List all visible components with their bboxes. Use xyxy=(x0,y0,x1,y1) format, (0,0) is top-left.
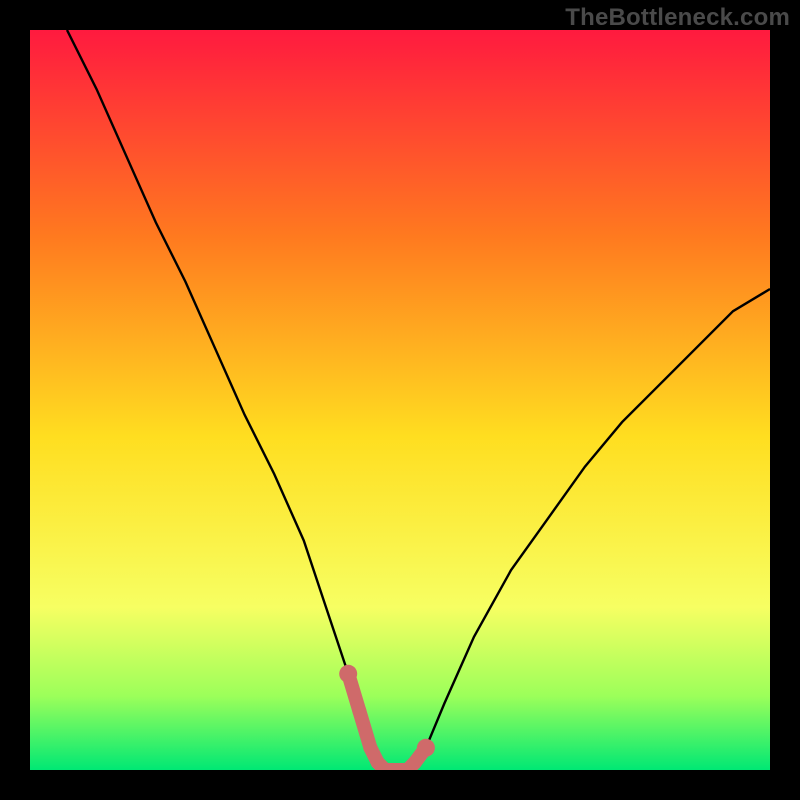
gradient-background xyxy=(30,30,770,770)
optimal-zone-point xyxy=(417,739,435,757)
optimal-zone-point xyxy=(363,741,377,755)
optimal-zone-point xyxy=(352,704,366,718)
plot-area xyxy=(30,30,770,770)
watermark-text: TheBottleneck.com xyxy=(565,4,790,32)
optimal-zone-point xyxy=(339,665,357,683)
optimal-zone-point xyxy=(408,756,422,770)
chart-frame: TheBottleneck.com xyxy=(0,0,800,800)
bottleneck-chart xyxy=(30,30,770,770)
